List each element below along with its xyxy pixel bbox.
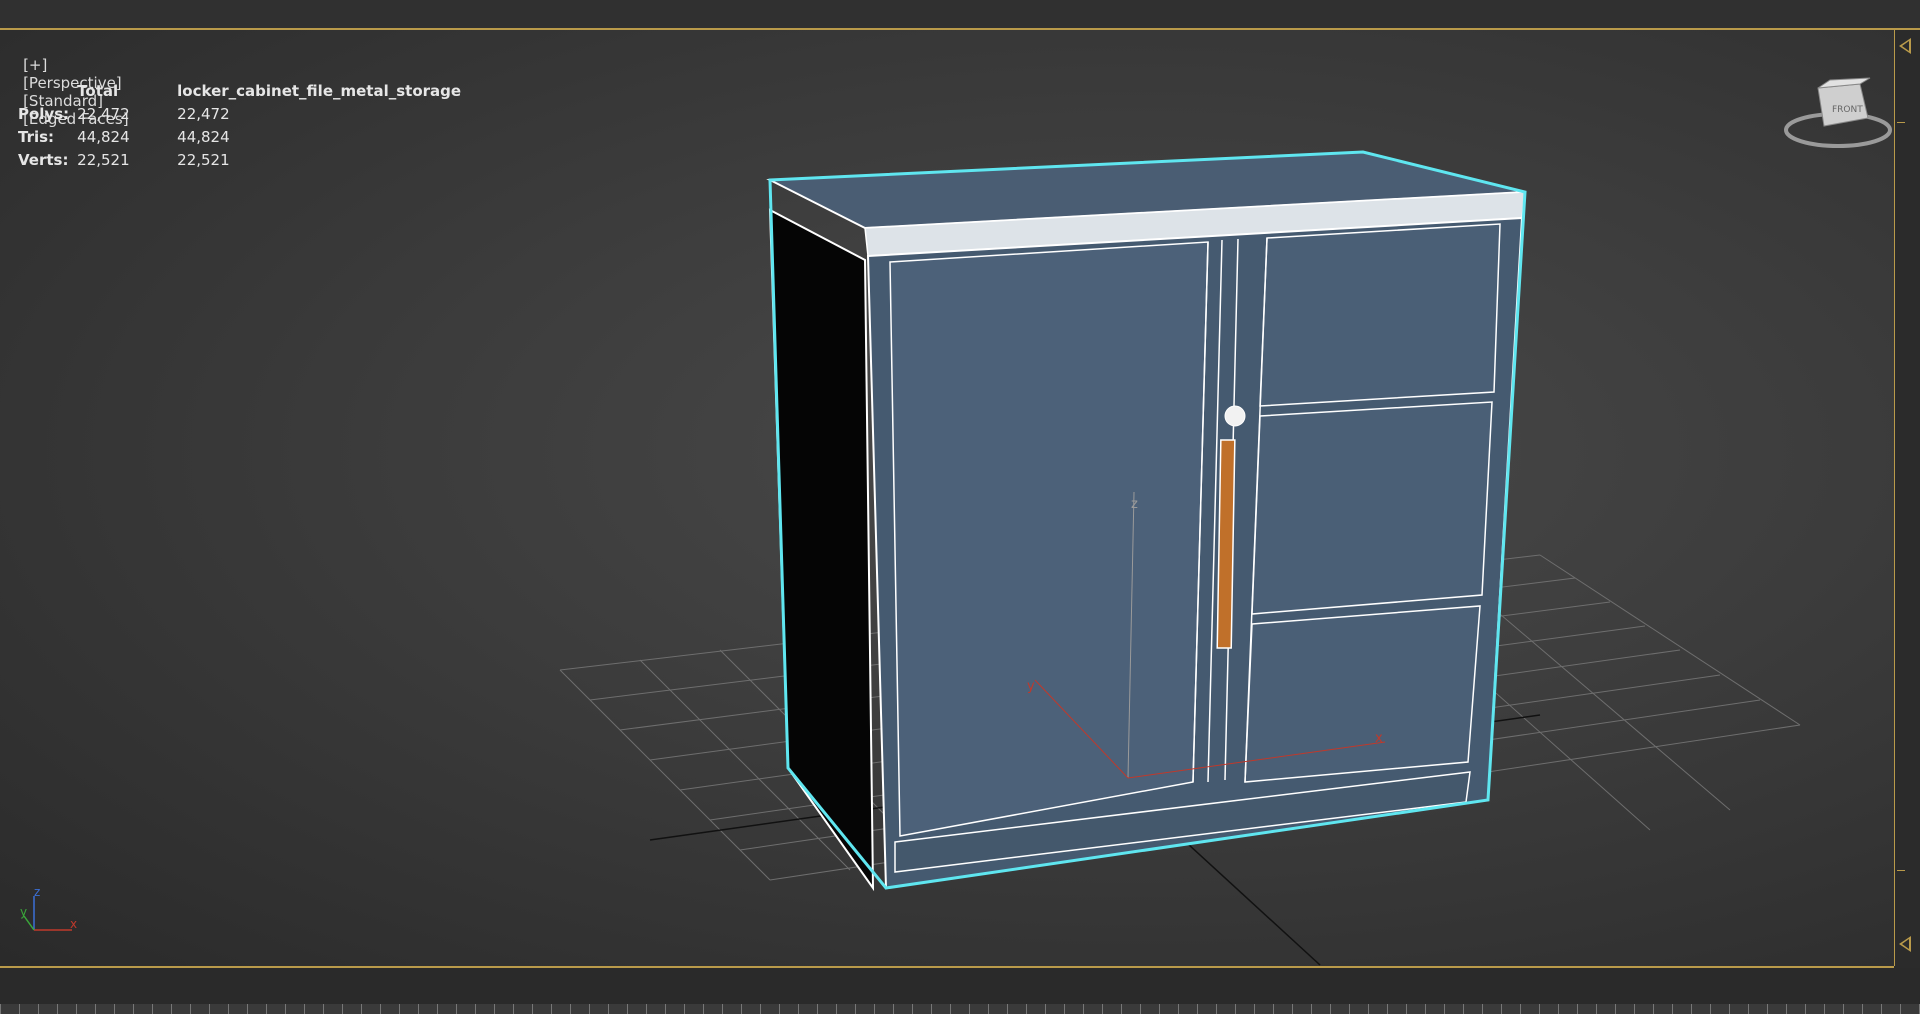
collapse-top-arrow-icon[interactable] (1899, 38, 1911, 54)
stats-header-object: locker_cabinet_file_metal_storage (177, 82, 462, 100)
gizmo-x-label: x (1375, 731, 1383, 746)
stats-total-value: 44,824 (77, 128, 130, 146)
stats-label: Tris: (18, 128, 55, 146)
statistics-overlay: Total locker_cabinet_file_metal_storage … (18, 82, 475, 174)
stats-row-tris: Tris: 44,824 44,824 (18, 128, 475, 151)
strip-tick (1897, 122, 1905, 123)
collapse-bottom-arrow-icon[interactable] (1899, 936, 1911, 952)
locker-cabinet-model[interactable] (766, 150, 1527, 892)
stats-total-value: 22,472 (77, 105, 130, 123)
stats-header-row: Total locker_cabinet_file_metal_storage (18, 82, 475, 105)
tripod-y-label: y (20, 905, 27, 919)
stats-object-value: 22,472 (177, 105, 230, 123)
viewcube[interactable]: FRONT (1784, 77, 1892, 148)
perspective-viewport[interactable]: z y x z x y FRONT [+] [Perspective] [Sta… (0, 30, 1894, 968)
stats-label: Verts: (18, 151, 69, 169)
stats-row-verts: Verts: 22,521 22,521 (18, 151, 475, 174)
viewport-plus-menu[interactable]: [+] (23, 56, 47, 74)
stats-label: Polys: (18, 105, 70, 123)
tripod-x-label: x (70, 917, 77, 931)
stats-row-polys: Polys: 22,472 22,472 (18, 105, 475, 128)
viewcube-face-label: FRONT (1832, 105, 1863, 115)
stats-total-value: 22,521 (77, 151, 130, 169)
viewport-side-strip[interactable] (1894, 30, 1920, 966)
timeline-ruler[interactable] (0, 1004, 1920, 1014)
top-menu-bar (0, 0, 1920, 30)
tripod-z-label: z (34, 885, 40, 899)
gizmo-y-label: y (1027, 679, 1035, 694)
stats-object-value: 22,521 (177, 151, 230, 169)
axis-tripod-icon: z x y (20, 885, 77, 931)
strip-tick (1897, 870, 1905, 871)
stats-object-value: 44,824 (177, 128, 230, 146)
stats-header-total: Total (77, 82, 119, 100)
gizmo-z-label: z (1131, 497, 1138, 512)
